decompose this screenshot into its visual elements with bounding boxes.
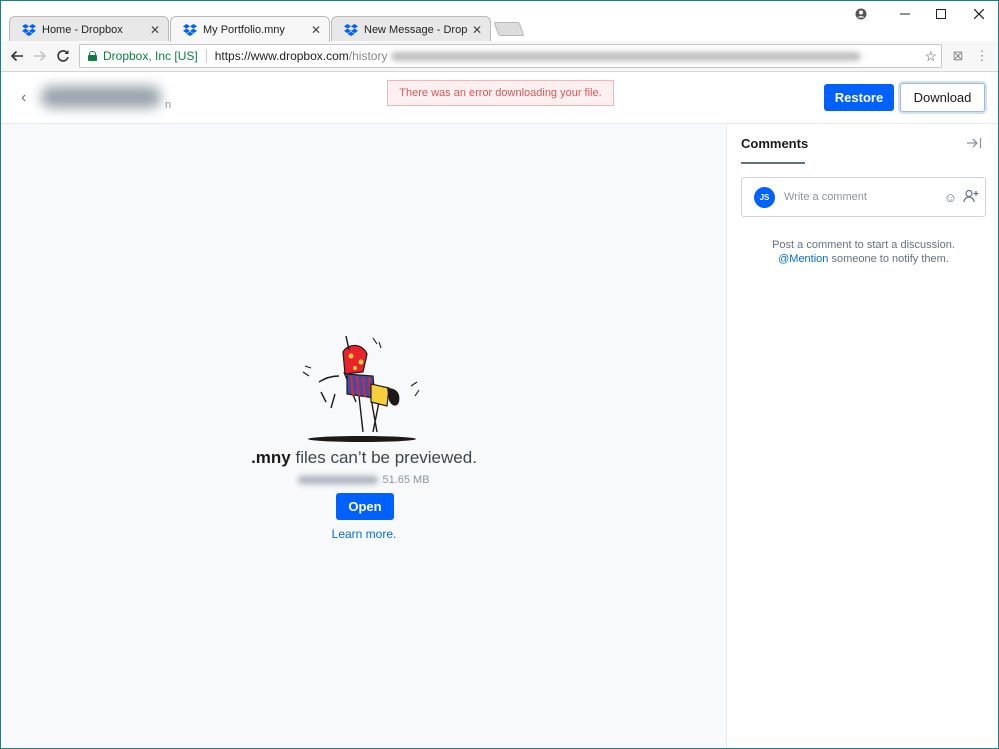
- tab-underline: [741, 162, 805, 164]
- empty-comments-message: Post a comment to start a discussion. @M…: [741, 238, 986, 266]
- reload-button[interactable]: [53, 46, 73, 66]
- forward-button[interactable]: [30, 46, 50, 66]
- back-button[interactable]: [7, 46, 27, 66]
- avatar: JS: [754, 186, 775, 208]
- close-icon: [974, 9, 984, 19]
- tab-strip: Home - Dropbox ✕ My Portfolio.mny ✕ New …: [1, 1, 998, 42]
- empty-line-2: @Mention someone to notify them.: [741, 252, 986, 266]
- add-person-icon[interactable]: [963, 189, 979, 206]
- message-text: files can’t be previewed.: [290, 448, 477, 467]
- file-meta: 51.65 MB: [1, 474, 727, 486]
- tab-home[interactable]: Home - Dropbox ✕: [9, 16, 169, 42]
- comments-panel: Comments JS ☺ Post a comment to start a …: [728, 124, 998, 748]
- url-host: https://www.dropbox.com: [214, 49, 349, 63]
- profile-icon[interactable]: [846, 5, 876, 23]
- divider: [205, 49, 207, 63]
- close-tab-icon[interactable]: ✕: [307, 23, 325, 37]
- collapse-panel-icon[interactable]: [966, 136, 982, 152]
- maximize-icon: [936, 9, 946, 19]
- redacted-file-name: [41, 86, 161, 108]
- user-circle-icon: [855, 8, 867, 20]
- browser-toolbar: Dropbox, Inc [US] https://www.dropbox.co…: [1, 41, 998, 72]
- redacted-meta: [298, 476, 379, 484]
- dropbox-icon: [183, 23, 197, 36]
- tab-title: My Portfolio.mny: [203, 23, 285, 36]
- minimize-button[interactable]: [890, 5, 920, 23]
- address-bar[interactable]: Dropbox, Inc [US] https://www.dropbox.co…: [79, 44, 942, 68]
- empty-line-2-rest: someone to notify them.: [828, 253, 949, 265]
- open-button[interactable]: Open: [336, 493, 394, 520]
- secure-origin-label: Dropbox, Inc [US]: [103, 49, 198, 63]
- preview-area: .mny files can’t be previewed. 51.65 MB …: [1, 124, 727, 748]
- restore-button[interactable]: Restore: [824, 84, 894, 111]
- close-tab-icon[interactable]: ✕: [468, 23, 486, 37]
- arrow-left-icon: [10, 50, 23, 62]
- tab-title: Home - Dropbox: [42, 23, 123, 36]
- unicorn-illustration: [302, 335, 420, 442]
- arrow-right-icon: [34, 50, 47, 62]
- comment-box: JS ☺: [741, 177, 986, 217]
- new-tab-button[interactable]: [493, 22, 525, 36]
- user-plus-icon: [963, 189, 979, 202]
- bookmark-star-icon[interactable]: ☆: [924, 48, 937, 65]
- chevron-left-icon[interactable]: ‹: [21, 89, 26, 107]
- maximize-button[interactable]: [926, 5, 956, 23]
- tab-new-message[interactable]: New Message - Dropbox ✕: [331, 16, 491, 42]
- close-window-button[interactable]: [964, 5, 994, 23]
- file-name-suffix: n: [165, 99, 172, 111]
- url-path: /history: [348, 49, 388, 63]
- file-header: ‹ n There was an error downloading your …: [1, 72, 998, 124]
- mention-link[interactable]: @Mention: [778, 253, 828, 265]
- file-extension: .mny: [251, 448, 291, 467]
- file-size: 51.65 MB: [382, 474, 430, 486]
- menu-icon[interactable]: ⋮: [974, 48, 990, 64]
- tab-portfolio[interactable]: My Portfolio.mny ✕: [170, 16, 330, 42]
- download-button[interactable]: Download: [900, 83, 985, 112]
- tab-title: New Message - Dropbox: [364, 23, 468, 36]
- preview-unavailable-message: .mny files can’t be previewed.: [1, 448, 727, 468]
- dropbox-icon: [344, 23, 358, 36]
- reload-icon: [57, 50, 69, 62]
- lock-icon: [88, 51, 97, 61]
- close-tab-icon[interactable]: ✕: [146, 23, 164, 37]
- extension-icon[interactable]: ⊠: [950, 48, 966, 64]
- empty-line-1: Post a comment to start a discussion.: [772, 239, 955, 251]
- arrow-to-right-icon: [967, 138, 982, 148]
- emoji-icon[interactable]: ☺: [944, 190, 957, 205]
- dropbox-icon: [22, 23, 36, 36]
- tab-comments[interactable]: Comments: [741, 136, 808, 151]
- comment-input[interactable]: [784, 191, 944, 203]
- error-banner: There was an error downloading your file…: [387, 80, 614, 106]
- browser-window: Home - Dropbox ✕ My Portfolio.mny ✕ New …: [0, 0, 999, 749]
- url-text: https://www.dropbox.com/history: [215, 49, 388, 63]
- minimize-icon: [900, 13, 910, 15]
- learn-more-link[interactable]: Learn more.: [1, 527, 727, 541]
- redacted-url: [391, 51, 862, 61]
